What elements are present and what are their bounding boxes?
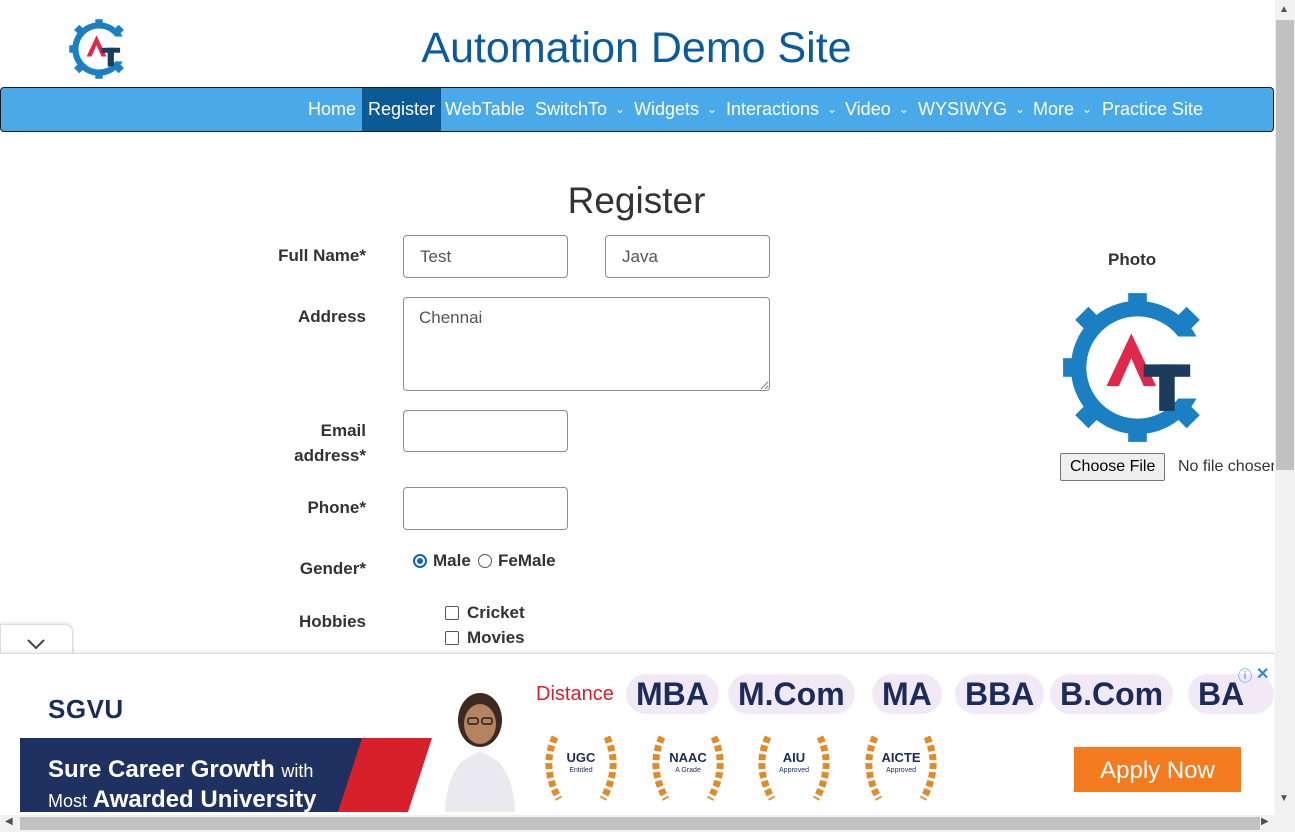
photo-label: Photo <box>1108 250 1157 269</box>
email-label: Email address* <box>166 418 366 468</box>
hobbies-label: Hobbies <box>298 612 366 631</box>
ad-distance-label: Distance <box>536 683 614 705</box>
ad-banner[interactable]: SGVU Sure Career Growth with Most Awarde… <box>0 653 1274 813</box>
scroll-down-arrow-icon[interactable]: ▼ <box>1279 793 1289 804</box>
apply-now-button[interactable]: Apply Now <box>1074 747 1241 792</box>
horizontal-scrollbar-thumb[interactable] <box>20 817 1260 830</box>
ugc-badge-sub: Entitled <box>569 767 593 774</box>
email-label-line1: Email <box>320 421 366 440</box>
ad-tagline-1-small: with <box>281 761 314 781</box>
ad-badge-ugc: UGC Entitled <box>537 727 625 809</box>
vertical-scrollbar-thumb[interactable] <box>1276 20 1294 470</box>
nav-more[interactable]: More ⌄ <box>1033 88 1092 131</box>
male-radio[interactable] <box>413 554 427 568</box>
aiu-badge-sub: Approved <box>779 767 809 774</box>
site-title: Automation Demo Site <box>421 24 852 72</box>
phone-input[interactable] <box>403 487 568 530</box>
movies-label: Movies <box>467 628 525 647</box>
chevron-down-icon: ⌄ <box>827 102 838 116</box>
female-radio[interactable] <box>478 554 492 568</box>
nav-video[interactable]: Video ⌄ <box>845 88 909 131</box>
photo-preview-logo-icon <box>1063 293 1215 442</box>
address-textarea[interactable]: Chennai <box>403 297 770 391</box>
movies-checkbox[interactable] <box>445 631 459 645</box>
gender-female-option[interactable]: FeMale <box>478 551 556 571</box>
gender-label: Gender* <box>299 559 366 578</box>
ad-tagline-2-small: Most <box>48 791 88 811</box>
cricket-label: Cricket <box>467 603 525 622</box>
main-navbar: Home Register WebTable SwitchTo ⌄ Widgets… <box>0 87 1274 132</box>
nav-wysiwyg[interactable]: WYSIWYG ⌄ <box>918 88 1025 131</box>
ad-left-panel[interactable]: SGVU Sure Career Growth with Most Awarde… <box>20 670 515 813</box>
chevron-down-icon: ⌄ <box>1082 102 1093 116</box>
ad-tagline-1-bold: Sure Career Growth <box>48 756 275 783</box>
nav-interactions[interactable]: Interactions ⌄ <box>726 88 837 131</box>
ad-badge-aicte: AICTE Approved <box>857 727 945 809</box>
ad-program-bcom[interactable]: B.Com <box>1050 674 1174 714</box>
aicte-badge-title: AICTE <box>881 750 921 765</box>
phone-label: Phone* <box>307 498 366 517</box>
full-name-label: Full Name* <box>278 246 366 265</box>
file-status-text: No file chosen <box>1178 458 1274 475</box>
nav-home[interactable]: Home <box>308 88 356 131</box>
ad-badge-naac: NAAC A Grade <box>644 727 732 809</box>
ad-tagline-2-bold: Awarded University <box>92 786 317 813</box>
ad-person-image <box>445 693 515 812</box>
scroll-left-arrow-icon[interactable]: ◀ <box>5 816 13 827</box>
email-label-line2: address* <box>294 446 366 465</box>
female-radio-label: FeMale <box>498 551 556 570</box>
ad-badge-aiu: AIU Approved <box>750 727 838 809</box>
scroll-right-arrow-icon[interactable]: ▶ <box>1261 816 1269 827</box>
chevron-down-icon: ⌄ <box>615 102 626 116</box>
ad-program-ma[interactable]: MA <box>872 674 942 714</box>
last-name-input[interactable] <box>605 235 770 278</box>
address-label: Address <box>297 307 366 326</box>
ad-program-mcom[interactable]: M.Com <box>728 674 855 714</box>
page-heading: Register <box>567 180 706 221</box>
hobby-cricket[interactable]: Cricket <box>445 603 525 623</box>
ugc-badge-title: UGC <box>566 750 596 765</box>
chevron-down-icon: ⌄ <box>707 102 718 116</box>
ad-program-bba[interactable]: BBA <box>955 674 1045 714</box>
chevron-down-icon: ⌄ <box>1015 102 1026 116</box>
choose-file-button[interactable]: Choose File <box>1060 453 1166 481</box>
ad-info-icon[interactable]: ⓘ <box>1238 666 1252 686</box>
email-input[interactable] <box>403 410 568 452</box>
nav-webtable[interactable]: WebTable <box>445 88 525 131</box>
ad-brand-logo: SGVU <box>48 694 124 724</box>
naac-badge-sub: A Grade <box>675 767 701 774</box>
chevron-down-icon: ⌄ <box>898 102 909 116</box>
hobby-movies[interactable]: Movies <box>445 628 525 648</box>
cricket-checkbox[interactable] <box>445 606 459 620</box>
male-radio-label: Male <box>433 551 471 570</box>
naac-badge-title: NAAC <box>669 750 707 765</box>
nav-register[interactable]: Register <box>362 88 442 131</box>
aiu-badge-title: AIU <box>782 750 806 765</box>
ad-tagline-1: Sure Career Growth with <box>48 756 313 784</box>
nav-switchto[interactable]: SwitchTo ⌄ <box>535 88 625 131</box>
scroll-up-arrow-icon[interactable]: ▲ <box>1279 4 1289 15</box>
gender-male-option[interactable]: Male <box>413 551 471 571</box>
first-name-input[interactable] <box>403 235 568 278</box>
nav-widgets[interactable]: Widgets ⌄ <box>634 88 717 131</box>
aicte-badge-sub: Approved <box>886 767 916 774</box>
ad-tagline-2: Most Awarded University <box>48 786 316 813</box>
ad-close-icon[interactable]: ✕ <box>1256 664 1269 684</box>
nav-practice-site[interactable]: Practice Site <box>1102 88 1203 131</box>
ad-program-mba[interactable]: MBA <box>626 674 719 714</box>
